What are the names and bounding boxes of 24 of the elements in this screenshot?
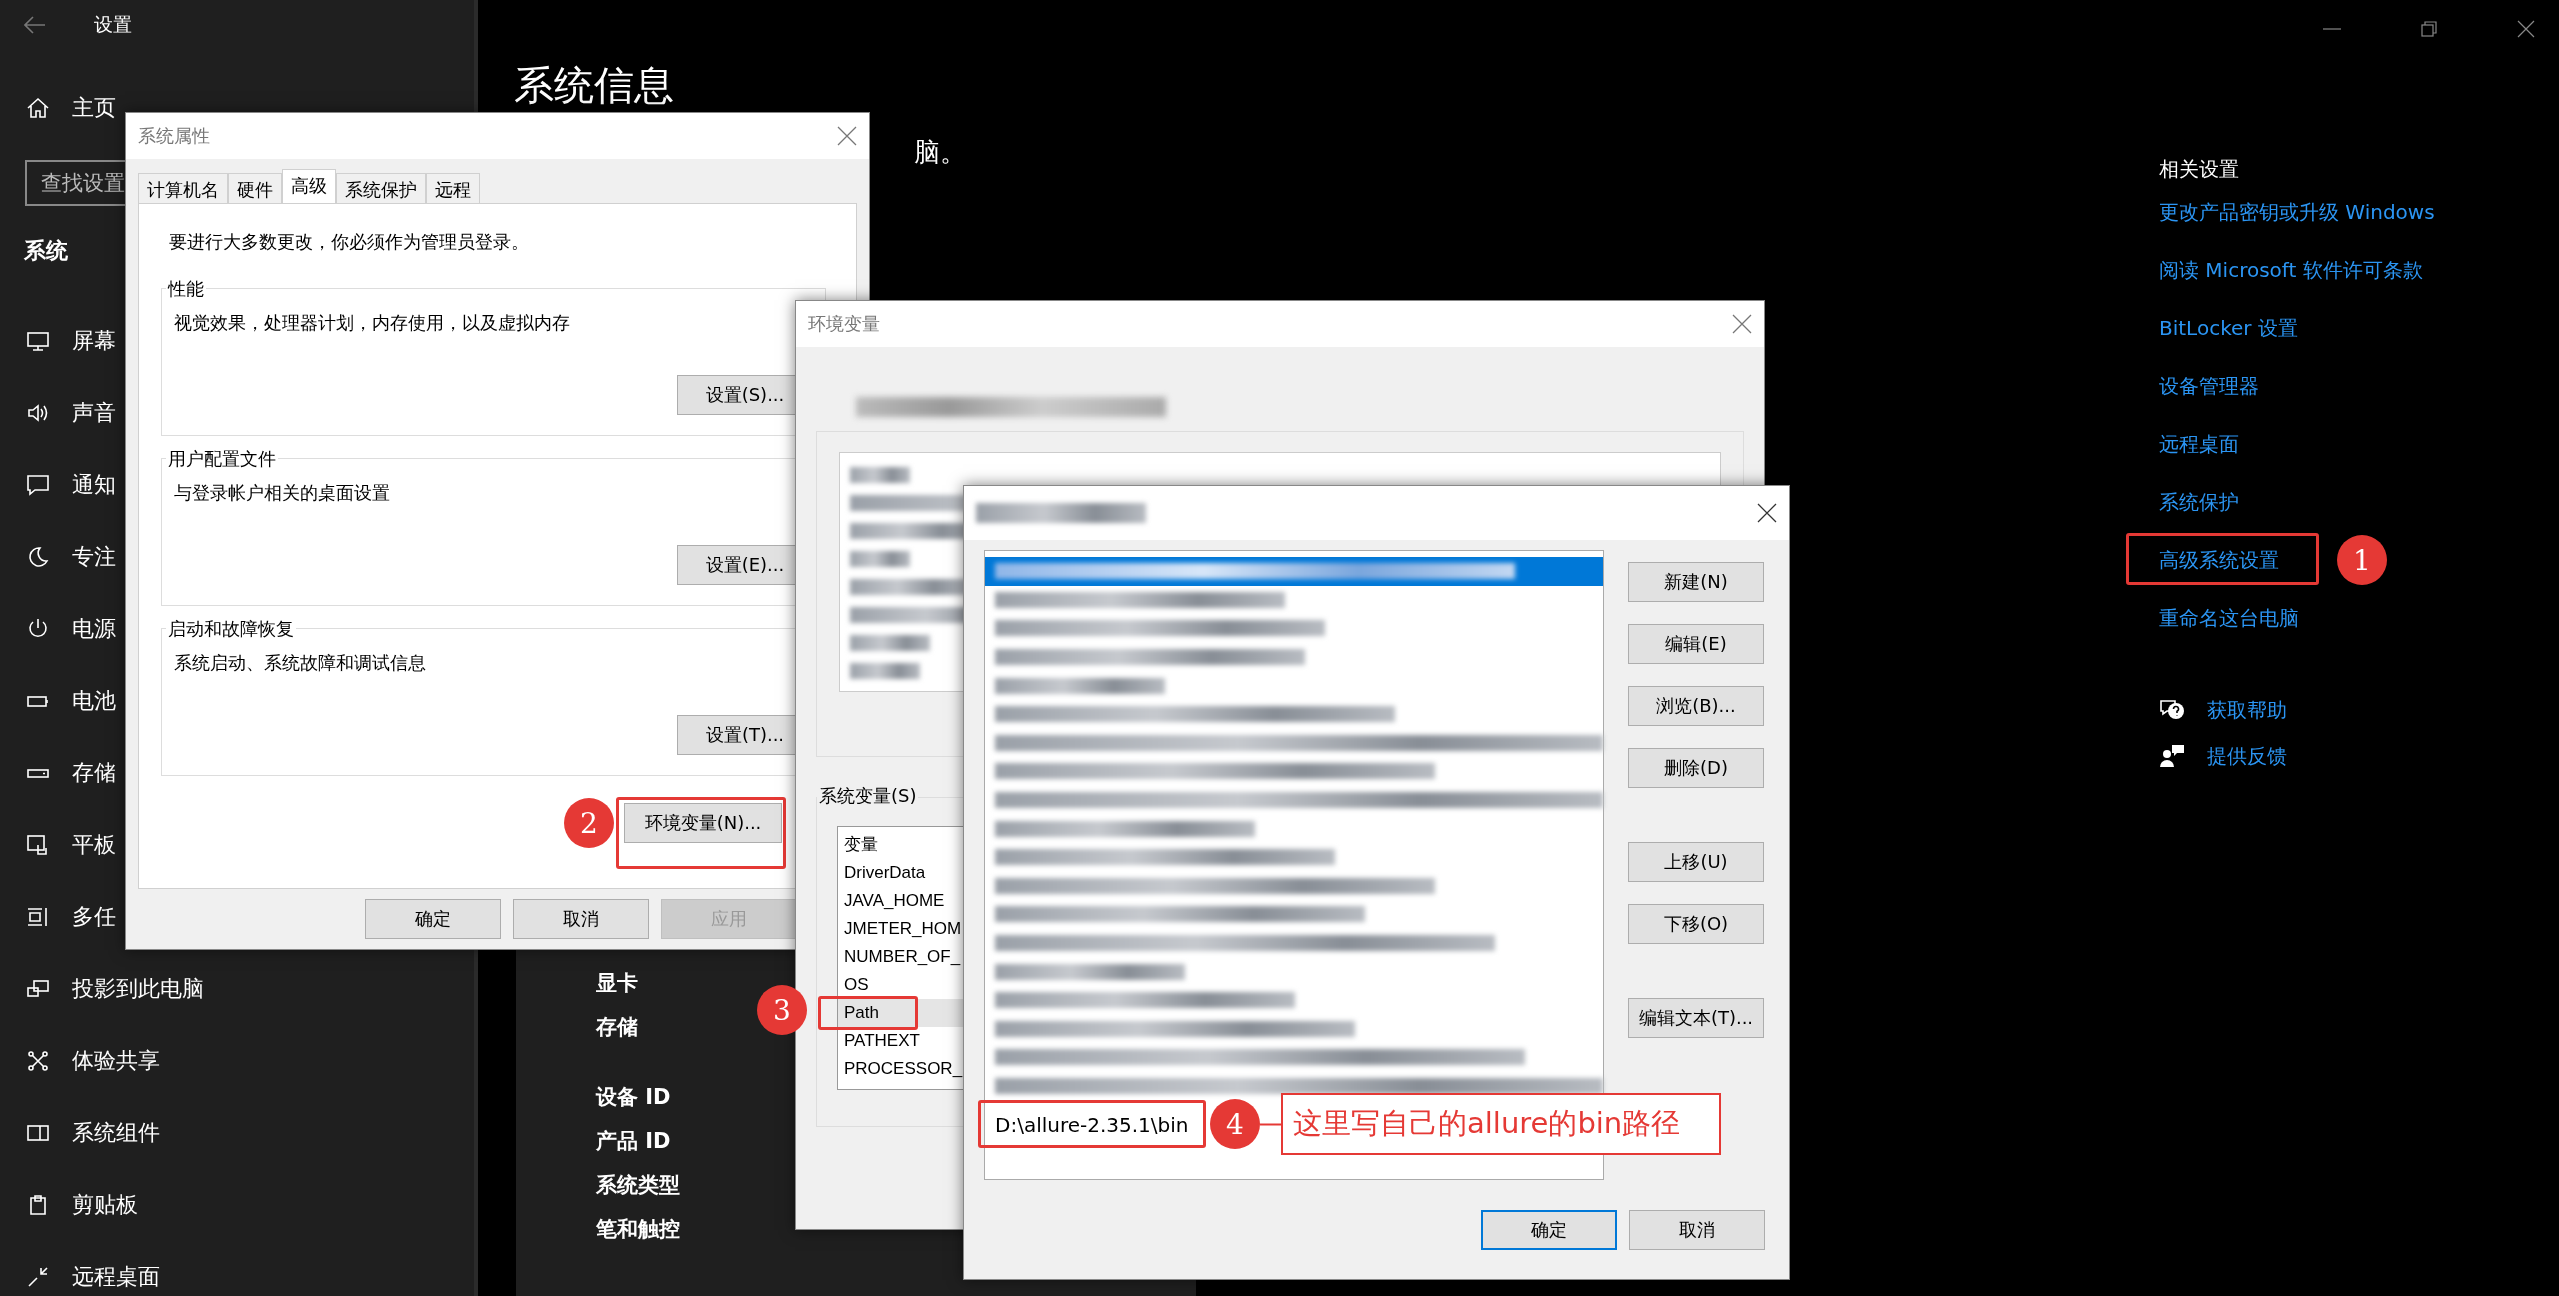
spec-label: 系统类型 [596, 1172, 680, 1199]
group-description: 系统启动、系统故障和调试信息 [174, 651, 426, 675]
group-legend: 系统变量(S) [817, 784, 919, 808]
spec-label: 显卡 [596, 970, 638, 997]
description-text: 脑。 [914, 136, 967, 169]
section-heading: 系统 [24, 237, 68, 265]
group-description: 与登录帐户相关的桌面设置 [174, 481, 390, 505]
page-title: 系统信息 [514, 61, 674, 110]
group-legend: 启动和故障恢复 [166, 617, 296, 641]
notice-text: 要进行大多数更改，你必须作为管理员登录。 [169, 230, 529, 254]
window-title: 设置 [94, 12, 132, 37]
dialog-title: 环境变量 [808, 312, 880, 336]
spec-label: 产品 ID [596, 1128, 671, 1155]
group-description: 视觉效果，处理器计划，内存使用，以及虚拟内存 [174, 311, 570, 335]
step-badge: 2 [564, 798, 614, 848]
spec-label: 设备 ID [596, 1084, 671, 1111]
callout-text: 这里写自己的allure的bin路径 [1281, 1093, 1721, 1155]
step-badge: 1 [2337, 535, 2387, 585]
group-legend: 性能 [166, 277, 206, 301]
dialog-title: 系统属性 [138, 124, 210, 148]
spec-label: 存储 [596, 1014, 638, 1041]
spec-label: 笔和触控 [596, 1216, 680, 1243]
group-legend: 用户配置文件 [166, 447, 278, 471]
section-heading: 相关设置 [2159, 156, 2240, 183]
